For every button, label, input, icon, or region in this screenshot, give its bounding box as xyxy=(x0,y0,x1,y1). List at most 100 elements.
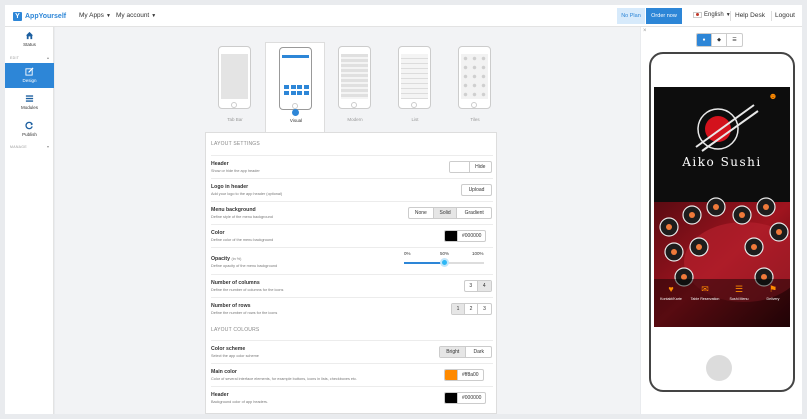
menu-background-selector[interactable]: None Solid Gradient xyxy=(408,207,492,219)
main-color-picker[interactable]: #ff8a00 xyxy=(444,369,484,381)
layout-option-visual[interactable]: Visual xyxy=(265,42,325,132)
color-value[interactable]: #000000 xyxy=(457,231,485,241)
color-swatch[interactable] xyxy=(445,231,457,241)
header-toggle[interactable]: Hide xyxy=(449,161,492,173)
option-gradient[interactable]: Gradient xyxy=(457,208,491,218)
option-2-rows[interactable]: 2 xyxy=(465,304,478,314)
option-4-columns[interactable]: 4 xyxy=(477,281,491,291)
slider-tick-label: 100% xyxy=(472,251,484,256)
tile-sushi-menu[interactable]: ☰ Sushi Menu xyxy=(722,279,756,327)
setting-title: Color scheme xyxy=(211,346,246,352)
user-icon[interactable]: ☻ xyxy=(768,91,778,101)
layout-option-tab-bar[interactable]: Tab Bar xyxy=(205,42,265,132)
language-label: English xyxy=(704,12,724,18)
flag-icon xyxy=(693,12,702,18)
refresh-icon xyxy=(25,121,34,130)
setting-description: Select the app color scheme xyxy=(211,354,259,358)
setting-title: Number of rows xyxy=(211,303,251,309)
section-title: LAYOUT SETTINGS xyxy=(211,141,260,147)
layout-label: Modern xyxy=(347,117,363,122)
close-preview-icon[interactable]: × xyxy=(643,28,647,34)
sidebar-item-modules[interactable]: Modules xyxy=(5,90,54,115)
option-3-columns[interactable]: 3 xyxy=(465,281,478,291)
upload-button[interactable]: Upload xyxy=(461,184,492,196)
setting-row-main-color: Main color Color of several interface el… xyxy=(211,363,493,386)
apple-icon[interactable]: ● xyxy=(697,34,712,46)
setting-title: Main color xyxy=(211,369,237,375)
setting-description: Define the number of rows for the icons xyxy=(211,311,278,315)
home-icon xyxy=(25,31,34,40)
setting-title: Logo in header xyxy=(211,184,249,190)
section-title: LAYOUT COLOURS xyxy=(211,327,260,333)
tile-delivery[interactable]: ⚑ Delivery xyxy=(756,279,790,327)
layout-label: Visual xyxy=(289,118,303,123)
sidebar-item-label: Modules xyxy=(20,105,38,110)
layout-option-tiles[interactable]: Tiles xyxy=(445,42,505,132)
color-scheme-selector[interactable]: Bright Dark xyxy=(439,346,492,358)
opacity-slider-fill xyxy=(404,262,444,264)
my-account-menu[interactable]: My account ▼ xyxy=(116,12,156,19)
caret-down-icon: ▼ xyxy=(105,13,111,19)
color-value[interactable]: #000000 xyxy=(457,393,485,403)
tile-reservation[interactable]: ✉ Table Reservation xyxy=(688,279,722,327)
setting-row-menu-background: Menu background Define style of the menu… xyxy=(211,201,493,224)
setting-row-header-color: Header Background color of app headers. … xyxy=(211,386,493,409)
phone-thumbnail xyxy=(218,46,251,109)
sidebar-item-status[interactable]: Status xyxy=(5,27,54,52)
slider-tick-label: 50% xyxy=(440,251,450,256)
opacity-slider-handle[interactable] xyxy=(439,258,449,267)
sidebar-item-publish[interactable]: Publish xyxy=(5,117,54,142)
setting-description: Define opacity of the menu background xyxy=(211,264,278,268)
option-solid[interactable]: Solid xyxy=(433,208,458,218)
option-bright[interactable]: Bright xyxy=(440,347,467,357)
list-icon[interactable]: ☰ xyxy=(727,34,742,46)
android-icon[interactable]: ◆ xyxy=(712,34,727,46)
phone-thumbnail xyxy=(458,46,491,109)
my-apps-menu[interactable]: My Apps ▼ xyxy=(79,12,111,19)
phone-home-button xyxy=(706,355,732,381)
layout-option-modern[interactable]: Modern xyxy=(325,42,385,132)
color-swatch[interactable] xyxy=(445,393,457,403)
layout-option-list[interactable]: List xyxy=(385,42,445,132)
tile-kontakt[interactable]: ♥ Kontakt/Karte xyxy=(654,279,688,327)
app-title: Aiko Sushi xyxy=(682,155,762,169)
chevron-up-icon: ▲ xyxy=(46,56,50,60)
color-swatch[interactable] xyxy=(445,370,457,380)
main-panel: Tab Bar Visual Modern List Tiles LAYOUT … xyxy=(55,27,640,414)
opacity-title: Opacity xyxy=(211,256,231,262)
option-1-row[interactable]: 1 xyxy=(452,304,465,314)
option-none[interactable]: None xyxy=(409,208,434,218)
setting-description: Add your logo to the app header (optiona… xyxy=(211,192,283,196)
selected-indicator xyxy=(292,109,299,116)
app-logo[interactable]: Y AppYourself xyxy=(13,11,66,22)
language-selector[interactable]: English ▼ xyxy=(693,12,731,18)
no-plan-button[interactable]: No Plan xyxy=(617,8,645,24)
option-dark[interactable]: Dark xyxy=(466,347,491,357)
settings-panel: LAYOUT SETTINGS Header Show or hide the … xyxy=(205,132,497,414)
hide-option[interactable]: Hide xyxy=(470,162,491,172)
color-value[interactable]: #ff8a00 xyxy=(457,370,483,380)
help-desk-link[interactable]: Help Desk xyxy=(735,12,765,19)
toggle-off-area[interactable] xyxy=(450,162,470,172)
logout-link[interactable]: Logout xyxy=(775,12,795,19)
layout-label: Tab Bar xyxy=(227,117,243,122)
divider xyxy=(730,11,731,21)
sidebar: Status EDIT ▲ Design Modules Publish MANA… xyxy=(5,27,54,414)
rows-selector[interactable]: 1 2 3 xyxy=(451,303,492,315)
setting-row-opacity: Opacity (in %) Define opacity of the men… xyxy=(211,247,493,274)
sidebar-item-label: Publish xyxy=(22,132,37,137)
section-label: EDIT xyxy=(10,56,20,60)
header-color-picker[interactable]: #000000 xyxy=(444,392,487,404)
setting-description: Background color of app headers. xyxy=(211,400,268,404)
sidebar-item-design[interactable]: Design xyxy=(5,63,54,88)
opacity-unit: (in %) xyxy=(231,257,242,261)
columns-selector[interactable]: 3 4 xyxy=(464,280,492,292)
sidebar-section-manage: MANAGE ▼ xyxy=(10,145,50,149)
list-icon xyxy=(25,95,34,102)
setting-description: Define the number of columns for the ico… xyxy=(211,288,284,292)
order-now-button[interactable]: Order now xyxy=(646,8,682,24)
color-picker[interactable]: #000000 xyxy=(444,230,487,242)
device-switcher[interactable]: ● ◆ ☰ xyxy=(696,33,743,47)
option-3-rows[interactable]: 3 xyxy=(478,304,491,314)
tile-label: Sushi Menu xyxy=(729,297,749,301)
